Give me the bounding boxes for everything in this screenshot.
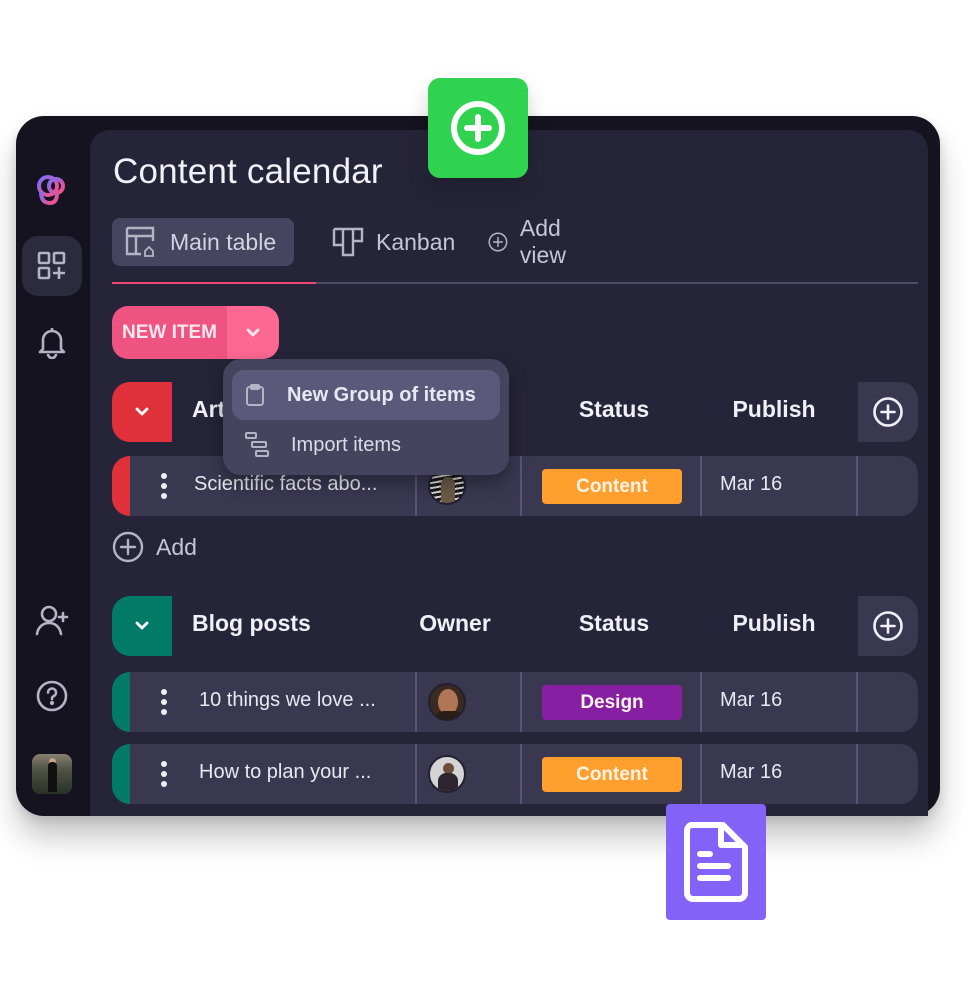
column-status: Status	[578, 396, 650, 422]
table-row[interactable]: How to plan your ... Content Mar 16	[112, 744, 918, 804]
status-badge[interactable]: Content	[542, 469, 682, 504]
add-circle-floating-button[interactable]	[428, 78, 528, 178]
user-add-icon[interactable]	[22, 590, 82, 650]
clipboard-icon	[246, 384, 264, 406]
page-title: Content calendar	[113, 152, 383, 191]
row-menu-icon[interactable]	[154, 761, 174, 787]
column-publish: Publish	[732, 610, 816, 636]
publish-date[interactable]: Mar 16	[720, 473, 782, 496]
row-color-stripe	[112, 744, 130, 804]
tab-label: Main table	[170, 228, 277, 255]
add-column-button[interactable]	[858, 596, 918, 656]
owner-avatar[interactable]	[428, 755, 466, 793]
sidebar	[16, 116, 90, 816]
column-owner: Owner	[419, 610, 491, 636]
status-badge[interactable]: Design	[542, 685, 682, 720]
tab-label: Kanban	[376, 228, 456, 255]
add-item-button[interactable]: Add	[112, 530, 197, 564]
tab-main-table[interactable]: Main table	[112, 218, 294, 266]
new-item-dropdown-menu: New Group of items Import items	[223, 359, 509, 475]
add-item-label: Add	[156, 533, 197, 560]
new-item-split-button: NEW ITEM	[112, 306, 279, 359]
publish-date[interactable]: Mar 16	[720, 761, 782, 784]
plus-circle-icon	[873, 611, 903, 641]
tab-label: Add view	[519, 215, 566, 268]
document-floating-badge	[666, 804, 766, 920]
profile-avatar[interactable]	[32, 754, 72, 794]
column-status: Status	[578, 610, 650, 636]
group-header: Blog posts Owner Status Publish	[112, 596, 918, 656]
group-title[interactable]: Art	[192, 396, 225, 423]
new-item-button[interactable]: NEW ITEM	[112, 306, 227, 359]
bell-icon[interactable]	[22, 312, 82, 372]
group-collapse-button[interactable]	[112, 382, 172, 442]
tab-add-view[interactable]: Add view	[488, 215, 578, 268]
row-color-stripe	[112, 456, 130, 516]
status-badge[interactable]: Content	[542, 757, 682, 792]
plus-circle-icon	[873, 397, 903, 427]
chevron-down-icon	[246, 328, 260, 336]
chevron-down-icon	[135, 407, 149, 416]
main-panel: Content calendar Main table Kanban Add v…	[90, 130, 928, 816]
table-row[interactable]: 10 things we love ... Design Mar 16	[112, 672, 918, 732]
plus-circle-icon	[112, 531, 144, 563]
document-icon	[684, 822, 748, 902]
row-name[interactable]: Scientific facts abo...	[194, 473, 377, 496]
column-publish: Publish	[732, 396, 816, 422]
add-column-button[interactable]	[858, 382, 918, 442]
menu-item-import[interactable]: Import items	[232, 420, 500, 470]
table-home-icon	[125, 226, 155, 257]
row-name[interactable]: How to plan your ...	[199, 761, 371, 784]
tab-underline	[112, 282, 918, 284]
row-color-stripe	[112, 672, 130, 732]
help-icon[interactable]	[22, 666, 82, 726]
row-menu-icon[interactable]	[154, 473, 174, 499]
menu-item-new-group[interactable]: New Group of items	[232, 370, 500, 420]
publish-date[interactable]: Mar 16	[720, 689, 782, 712]
group-collapse-button[interactable]	[112, 596, 172, 656]
row-name[interactable]: 10 things we love ...	[199, 689, 376, 712]
new-item-dropdown-toggle[interactable]	[227, 306, 279, 359]
chevron-down-icon	[135, 621, 149, 630]
tab-kanban[interactable]: Kanban	[332, 218, 455, 266]
row-menu-icon[interactable]	[154, 689, 174, 715]
kanban-icon	[332, 227, 364, 257]
import-icon	[245, 432, 269, 457]
owner-avatar[interactable]	[428, 683, 466, 721]
plus-circle-icon	[488, 232, 508, 252]
apps-add-icon[interactable]	[22, 236, 82, 296]
logo-icon[interactable]	[22, 160, 82, 220]
group-title[interactable]: Blog posts	[192, 610, 311, 637]
add-circle-icon	[451, 101, 505, 155]
